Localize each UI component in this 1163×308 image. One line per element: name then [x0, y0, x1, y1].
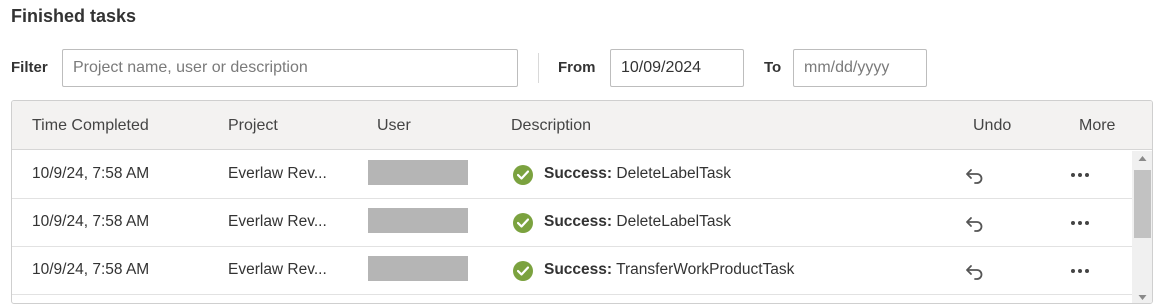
status-label: Success:	[544, 213, 613, 230]
task-name: DeleteLabelTask	[616, 165, 731, 182]
time-cell: 10/9/24, 7:58 AM	[32, 213, 150, 230]
from-label: From	[558, 59, 596, 76]
finished-tasks-table: Time Completed Project User Description …	[11, 100, 1153, 304]
description-cell: Success: DeleteLabelTask	[544, 213, 731, 231]
from-date-input[interactable]	[610, 49, 744, 87]
more-horizontal-icon[interactable]	[1068, 260, 1092, 282]
status-label: Success:	[544, 165, 613, 182]
undo-icon[interactable]	[964, 260, 986, 282]
check-circle-icon	[513, 213, 533, 233]
scrollbar-thumb[interactable]	[1134, 170, 1151, 238]
to-date-input[interactable]	[793, 49, 927, 87]
project-cell: Everlaw Rev...	[228, 261, 327, 278]
redacted-user	[368, 160, 468, 185]
project-cell: Everlaw Rev...	[228, 165, 327, 182]
undo-icon[interactable]	[964, 164, 986, 186]
column-header-description[interactable]: Description	[511, 117, 591, 135]
more-horizontal-icon[interactable]	[1068, 164, 1092, 186]
description-cell: Success: TransferWorkProductTask	[544, 261, 794, 279]
more-horizontal-icon[interactable]	[1068, 212, 1092, 234]
column-header-more[interactable]: More	[1079, 117, 1115, 135]
table-row: 10/9/24, 7:58 AM Everlaw Rev... Success:…	[12, 247, 1132, 295]
redacted-user	[368, 256, 468, 281]
table-row: 10/9/24, 7:58 AM Everlaw Rev... Success:…	[12, 199, 1132, 247]
redacted-user	[368, 208, 468, 233]
scroll-down-arrow-icon[interactable]	[1132, 289, 1152, 303]
task-name: DeleteLabelTask	[616, 213, 731, 230]
table-body: 10/9/24, 7:58 AM Everlaw Rev... Success:…	[12, 151, 1132, 303]
table-row: 10/9/24, 7:58 AM Everlaw Rev... Success:…	[12, 151, 1132, 199]
scroll-up-arrow-icon[interactable]	[1132, 151, 1152, 167]
undo-icon[interactable]	[964, 212, 986, 234]
time-cell: 10/9/24, 7:58 AM	[32, 261, 150, 278]
column-header-project[interactable]: Project	[228, 117, 278, 135]
column-header-undo[interactable]: Undo	[973, 117, 1011, 135]
time-cell: 10/9/24, 7:58 AM	[32, 165, 150, 182]
task-name: TransferWorkProductTask	[616, 261, 795, 278]
filter-label: Filter	[11, 59, 48, 76]
table-header: Time Completed Project User Description …	[12, 101, 1152, 150]
status-label: Success:	[544, 261, 613, 278]
column-header-user[interactable]: User	[377, 117, 411, 135]
check-circle-icon	[513, 261, 533, 281]
filter-bar: Filter From To	[11, 49, 1161, 87]
page-title: Finished tasks	[11, 6, 137, 26]
project-cell: Everlaw Rev...	[228, 213, 327, 230]
vertical-scrollbar[interactable]	[1132, 151, 1152, 303]
description-cell: Success: DeleteLabelTask	[544, 165, 731, 183]
to-label: To	[764, 59, 782, 76]
filter-divider	[538, 53, 539, 83]
filter-input[interactable]	[62, 49, 518, 87]
check-circle-icon	[513, 165, 533, 185]
column-header-time[interactable]: Time Completed	[32, 117, 149, 135]
